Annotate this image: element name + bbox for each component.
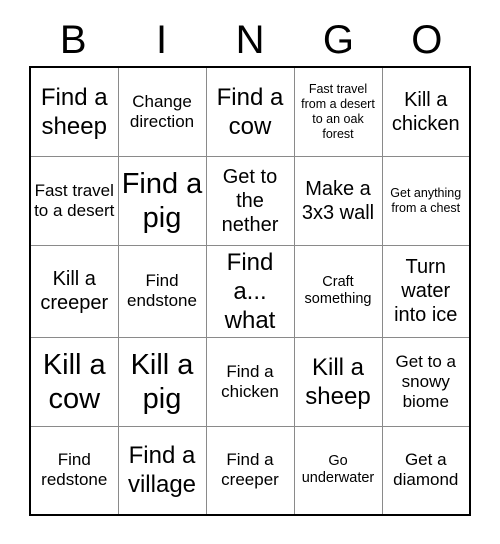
bingo-header-letter-g: G [322,18,354,62]
bingo-row: Find a sheep Change direction Find a cow… [29,66,471,157]
bingo-cell-label: Find redstone [41,450,108,490]
bingo-row: Find redstone Find a village Find a cree… [29,425,471,516]
bingo-cell[interactable]: Get to a snowy biome [381,336,471,427]
bingo-cell-label: Kill a pig [130,348,194,415]
bingo-cell-label: Kill a creeper [40,268,109,314]
bingo-row: Kill a creeper Find endstone Find a... w… [29,244,471,338]
bingo-cell-label: Get a diamond [393,450,459,490]
bingo-cell[interactable]: Get anything from a chest [381,155,471,246]
bingo-cell[interactable]: Find a creeper [205,425,295,516]
bingo-cell[interactable]: Find a chicken [205,336,295,427]
bingo-cell[interactable]: Change direction [117,66,207,157]
bingo-grid: Find a sheep Change direction Find a cow… [29,66,471,516]
bingo-cell[interactable]: Make a 3x3 wall [293,155,383,246]
bingo-cell-label: Fast travel to a desert [34,180,115,220]
bingo-cell[interactable]: Fast travel to a desert [29,155,119,246]
bingo-header-letter-o: O [411,18,443,62]
bingo-cell[interactable]: Find a village [117,425,207,516]
bingo-cell-label: Find a cow [216,83,284,140]
bingo-cell[interactable]: Kill a cow [29,336,119,427]
bingo-header-letter-i: I [156,18,168,62]
bingo-cell-label: Change direction [129,91,195,131]
bingo-cell-label: Find a chicken [221,361,279,401]
bingo-cell[interactable]: Find a pig [117,155,207,246]
bingo-cell[interactable]: Find endstone [117,244,207,338]
bingo-cell-label: Get to the nether [221,165,279,236]
bingo-card: B I N G O Find a sheep Change direction … [29,14,471,516]
bingo-cell-label: Turn water into ice [394,256,458,326]
bingo-cell-label: Get anything from a chest [390,185,462,215]
bingo-cell[interactable]: Kill a creeper [29,244,119,338]
bingo-cell[interactable]: Craft something [293,244,383,338]
bingo-cell[interactable]: Kill a sheep [293,336,383,427]
bingo-cell-label: Craft something [304,274,372,307]
bingo-cell-label: Kill a sheep [305,353,371,410]
bingo-cell-label: Find a pig [121,167,203,234]
bingo-cell[interactable]: Fast travel from a desert to an oak fore… [293,66,383,157]
bingo-cell[interactable]: Find a cow [205,66,295,157]
bingo-cell-label: Find a creeper [221,450,279,490]
bingo-cell[interactable]: Get to the nether [205,155,295,246]
bingo-cell[interactable]: Find redstone [29,425,119,516]
bingo-row: Fast travel to a desert Find a pig Get t… [29,155,471,246]
bingo-cell-label: Fast travel from a desert to an oak fore… [301,81,375,141]
bingo-cell[interactable]: Go underwater [293,425,383,516]
bingo-cell[interactable]: Kill a pig [117,336,207,427]
bingo-row: Kill a cow Kill a pig Find a chicken Kil… [29,336,471,427]
bingo-cell-label: Find a sheep [40,83,108,140]
bingo-cell[interactable]: Turn water into ice [381,244,471,338]
bingo-cell-label: Kill a chicken [391,88,460,135]
bingo-cell-label: Find a village [127,442,197,499]
bingo-cell-label: Find a... what [224,248,276,334]
bingo-cell-label: Make a 3x3 wall [301,177,375,224]
bingo-cell[interactable]: Find a sheep [29,66,119,157]
bingo-cell-label: Go underwater [301,453,375,487]
bingo-header-letter-n: N [235,18,265,62]
bingo-header-letter-b: B [59,18,87,62]
bingo-cell-label: Kill a cow [42,348,106,415]
bingo-cell[interactable]: Find a... what [205,244,295,338]
bingo-header: B I N G O [29,14,471,66]
bingo-cell[interactable]: Get a diamond [381,425,471,516]
bingo-cell-label: Get to a snowy biome [395,351,456,411]
bingo-cell[interactable]: Kill a chicken [381,66,471,157]
bingo-cell-label: Find endstone [127,271,197,310]
